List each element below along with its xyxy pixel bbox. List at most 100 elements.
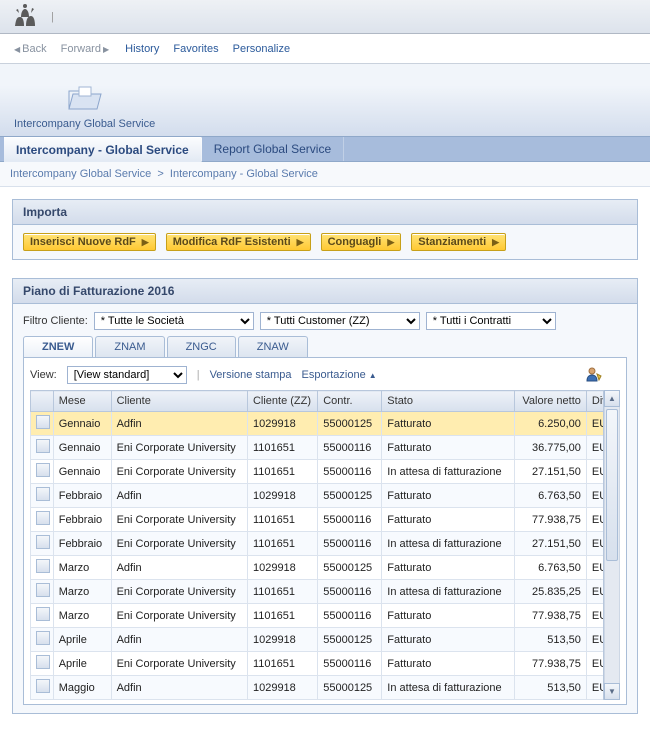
col-clientezz[interactable]: Cliente (ZZ) [247, 391, 317, 412]
cell-valore: 25.835,25 [514, 580, 586, 604]
tab-znaw[interactable]: ZNAW [238, 336, 308, 357]
cell-cliente: Eni Corporate University [111, 580, 247, 604]
table-row[interactable]: GennaioAdfin102991855000125Fatturato6.25… [31, 412, 620, 436]
cell-clientezz: 1101651 [247, 532, 317, 556]
cell-cliente: Adfin [111, 628, 247, 652]
cell-valore: 27.151,50 [514, 460, 586, 484]
cell-contr: 55000125 [318, 556, 382, 580]
cell-cliente: Eni Corporate University [111, 508, 247, 532]
cell-mese: Marzo [53, 604, 111, 628]
sel-contratti[interactable]: * Tutti i Contratti [426, 312, 556, 330]
cell-valore: 77.938,75 [514, 604, 586, 628]
row-selector[interactable] [36, 679, 50, 693]
cell-stato: Fatturato [382, 436, 514, 460]
col-selector[interactable] [31, 391, 54, 412]
cell-mese: Maggio [53, 676, 111, 700]
btn-stanziamenti[interactable]: Stanziamenti▶ [411, 233, 506, 251]
view-select[interactable]: [View standard] [67, 366, 187, 384]
tab-znew[interactable]: ZNEW [23, 336, 93, 357]
btn-modifica-rdf-esistenti[interactable]: Modifica RdF Esistenti▶ [166, 233, 311, 251]
table-row[interactable]: GennaioEni Corporate University110165155… [31, 436, 620, 460]
btn-inserisci-nuove-rdf[interactable]: Inserisci Nuove RdF▶ [23, 233, 156, 251]
cell-contr: 55000116 [318, 460, 382, 484]
row-selector[interactable] [36, 415, 50, 429]
table-row[interactable]: MarzoAdfin102991855000125Fatturato6.763,… [31, 556, 620, 580]
cell-clientezz: 1101651 [247, 652, 317, 676]
table-row[interactable]: FebbraioEni Corporate University11016515… [31, 508, 620, 532]
cell-valore: 77.938,75 [514, 508, 586, 532]
table-row[interactable]: AprileAdfin102991855000125Fatturato513,5… [31, 628, 620, 652]
cell-stato: Fatturato [382, 628, 514, 652]
cell-stato: Fatturato [382, 484, 514, 508]
sel-customer[interactable]: * Tutti Customer (ZZ) [260, 312, 420, 330]
col-cliente[interactable]: Cliente [111, 391, 247, 412]
subtab-bar: Intercompany - Global Service Report Glo… [0, 136, 650, 162]
tab-zngc[interactable]: ZNGC [167, 336, 236, 357]
cell-clientezz: 1029918 [247, 628, 317, 652]
cell-clientezz: 1029918 [247, 484, 317, 508]
row-selector[interactable] [36, 607, 50, 621]
navbar: ◀Back Forward▶ History Favorites Persona… [0, 34, 650, 64]
table-row[interactable]: FebbraioAdfin102991855000125Fatturato6.7… [31, 484, 620, 508]
history-link[interactable]: History [125, 43, 159, 55]
subtab-report-global-service[interactable]: Report Global Service [202, 137, 344, 161]
row-selector[interactable] [36, 559, 50, 573]
breadcrumb: Intercompany Global Service > Intercompa… [0, 162, 650, 187]
row-selector[interactable] [36, 487, 50, 501]
cell-stato: In attesa di fatturazione [382, 532, 514, 556]
filter-row: Filtro Cliente: * Tutte le Società * Tut… [23, 312, 627, 330]
row-selector[interactable] [36, 535, 50, 549]
cell-stato: In attesa di fatturazione [382, 580, 514, 604]
panel-importa: Importa Inserisci Nuove RdF▶ Modifica Rd… [12, 199, 638, 260]
table-row[interactable]: MarzoEni Corporate University11016515500… [31, 604, 620, 628]
forward-link[interactable]: Forward▶ [61, 43, 112, 55]
crumb-sep: > [157, 168, 163, 180]
btn-conguagli[interactable]: Conguagli▶ [321, 233, 402, 251]
cell-clientezz: 1101651 [247, 460, 317, 484]
scroll-thumb[interactable] [606, 409, 618, 561]
cell-mese: Gennaio [53, 460, 111, 484]
subtab-intercompany-global-service[interactable]: Intercompany - Global Service [4, 137, 202, 162]
row-selector[interactable] [36, 463, 50, 477]
scroll-down-icon[interactable]: ▼ [604, 683, 620, 700]
table-row[interactable]: AprileEni Corporate University1101651550… [31, 652, 620, 676]
favorites-link[interactable]: Favorites [173, 43, 218, 55]
row-selector[interactable] [36, 655, 50, 669]
row-selector[interactable] [36, 631, 50, 645]
link-esportazione[interactable]: Esportazione ▲ [302, 369, 377, 381]
table-scrollbar[interactable]: ▲ ▼ [603, 390, 620, 700]
col-valore[interactable]: Valore netto [514, 391, 586, 412]
personalize-link[interactable]: Personalize [233, 43, 290, 55]
cell-cliente: Eni Corporate University [111, 460, 247, 484]
row-selector[interactable] [36, 439, 50, 453]
cell-mese: Marzo [53, 580, 111, 604]
table-row[interactable]: MarzoEni Corporate University11016515500… [31, 580, 620, 604]
back-link[interactable]: ◀Back [12, 43, 47, 55]
folder-tab-label: Intercompany Global Service [14, 118, 155, 130]
filter-label: Filtro Cliente: [23, 315, 88, 327]
col-mese[interactable]: Mese [53, 391, 111, 412]
panel-piano-header: Piano di Fatturazione 2016 [13, 279, 637, 304]
scroll-up-icon[interactable]: ▲ [604, 390, 620, 407]
tab-znam[interactable]: ZNAM [95, 336, 164, 357]
cell-stato: Fatturato [382, 508, 514, 532]
crumb-2: Intercompany - Global Service [170, 168, 318, 180]
folder-tab-intercompany[interactable]: Intercompany Global Service [14, 86, 155, 130]
link-versione-stampa[interactable]: Versione stampa [210, 369, 292, 381]
cell-stato: Fatturato [382, 412, 514, 436]
row-selector[interactable] [36, 583, 50, 597]
personalize-table-icon[interactable] [586, 366, 602, 382]
cell-clientezz: 1101651 [247, 508, 317, 532]
cell-stato: Fatturato [382, 604, 514, 628]
col-stato[interactable]: Stato [382, 391, 514, 412]
crumb-1[interactable]: Intercompany Global Service [10, 168, 151, 180]
cell-cliente: Eni Corporate University [111, 436, 247, 460]
col-contr[interactable]: Contr. [318, 391, 382, 412]
cell-valore: 36.775,00 [514, 436, 586, 460]
table-row[interactable]: FebbraioEni Corporate University11016515… [31, 532, 620, 556]
table-row[interactable]: GennaioEni Corporate University110165155… [31, 460, 620, 484]
table-row[interactable]: MaggioAdfin102991855000125In attesa di f… [31, 676, 620, 700]
cell-cliente: Adfin [111, 412, 247, 436]
sel-societa[interactable]: * Tutte le Società [94, 312, 254, 330]
row-selector[interactable] [36, 511, 50, 525]
